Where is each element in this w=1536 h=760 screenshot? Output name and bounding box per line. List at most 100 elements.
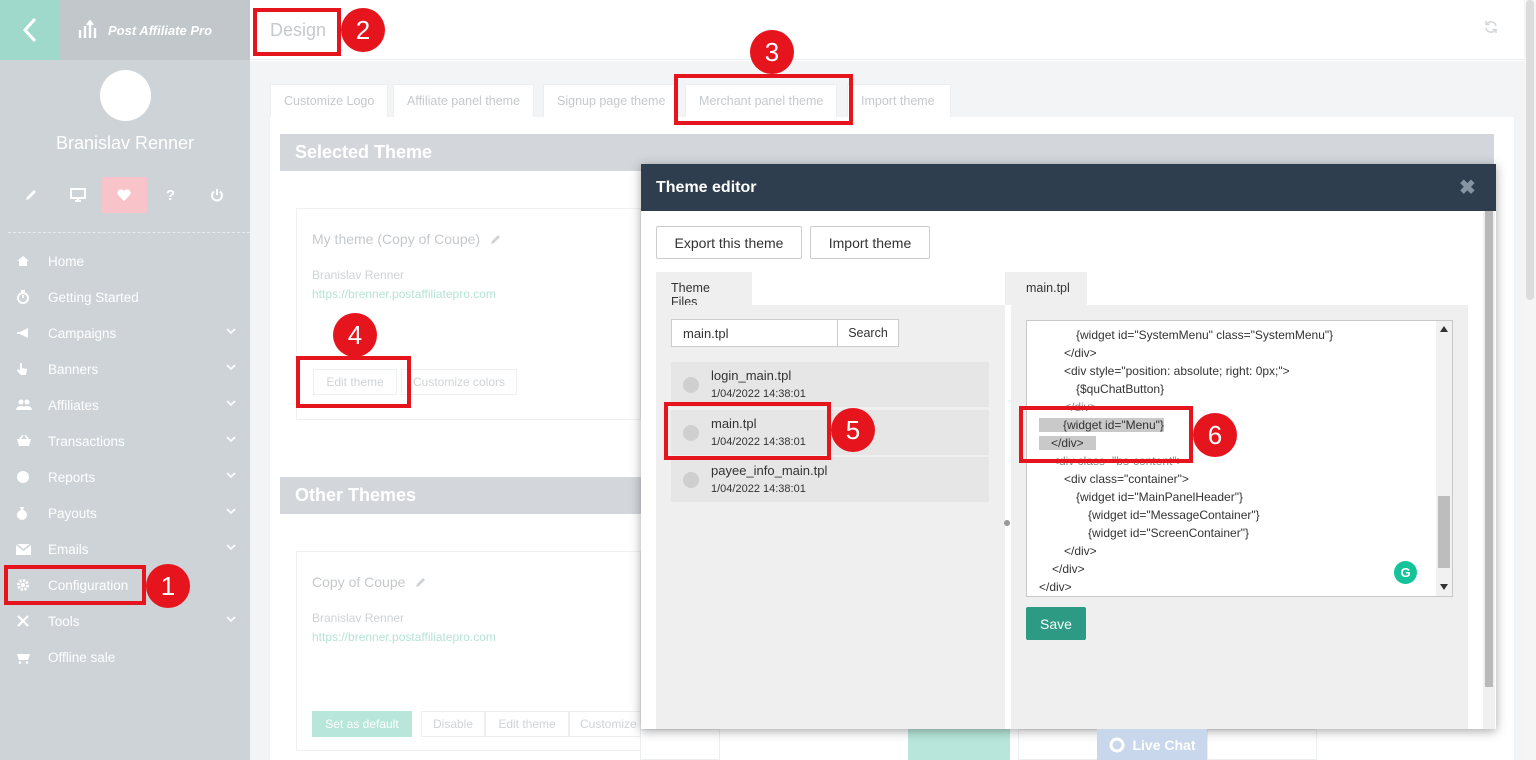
set-default-button[interactable]: Set as default [312, 711, 412, 737]
refresh-button[interactable] [1484, 20, 1498, 39]
sidebar-item-campaigns[interactable]: Campaigns [0, 315, 250, 351]
chevron-down-icon [226, 472, 236, 479]
edit-profile-button[interactable] [8, 177, 54, 213]
sidebar: Post Affiliate Pro Branislav Renner ? Ho… [0, 0, 250, 760]
file-date: 1/04/2022 14:38:01 [711, 388, 806, 400]
page-scrollbar[interactable] [1524, 0, 1536, 760]
stopwatch-icon [16, 290, 48, 304]
sidebar-item-label: Reports [48, 469, 96, 485]
theme-url-link[interactable]: https://brenner.postaffiliatepro.com [312, 287, 496, 301]
tab-theme-files[interactable]: Theme Files [656, 272, 752, 309]
sidebar-item-home[interactable]: Home [0, 243, 250, 279]
scroll-up-icon[interactable] [1440, 326, 1448, 332]
annotation-box-edit-theme [296, 356, 411, 408]
sidebar-item-transactions[interactable]: Transactions [0, 423, 250, 459]
sidebar-item-label: Offline sale [48, 649, 116, 665]
dialog-scrollbar-thumb[interactable] [1485, 211, 1493, 687]
tab-editor-file[interactable]: main.tpl [1005, 272, 1087, 305]
avatar[interactable] [100, 70, 151, 121]
theme-author: Branislav Renner [312, 268, 405, 282]
dialog-scrollbar[interactable] [1483, 211, 1495, 729]
sidebar-item-emails[interactable]: Emails [0, 531, 250, 567]
code-line: {$quChatButton} [1076, 382, 1165, 396]
code-line: </div> [1039, 580, 1072, 594]
code-line: </div> [1064, 346, 1097, 360]
selected-theme-title: My theme (Copy of Coupe) [312, 231, 502, 247]
export-theme-button[interactable]: Export this theme [656, 226, 802, 259]
heart-button[interactable] [101, 177, 147, 213]
annotation-box-menu-widget [1019, 406, 1193, 463]
set-default-button[interactable] [908, 729, 1010, 760]
file-radio[interactable] [683, 377, 699, 393]
dialog-title: Theme editor [641, 164, 1496, 211]
theme-name: My theme (Copy of Coupe) [312, 231, 481, 247]
tab-affiliate-panel-theme[interactable]: Affiliate panel theme [393, 84, 535, 117]
customize-button[interactable] [1207, 729, 1317, 760]
sidebar-item-reports[interactable]: Reports [0, 459, 250, 495]
code-line: {widget id="SystemMenu" class="SystemMen… [1076, 328, 1334, 342]
file-item-payee-info-main[interactable]: payee_info_main.tpl 1/04/2022 14:38:01 [671, 457, 989, 502]
pencil-icon [26, 190, 36, 200]
file-radio[interactable] [683, 472, 699, 488]
scroll-down-icon[interactable] [1440, 584, 1448, 590]
sidebar-item-payouts[interactable]: Payouts [0, 495, 250, 531]
sidebar-item-offline-sale[interactable]: Offline sale [0, 639, 250, 675]
chevron-down-icon [226, 508, 236, 515]
sidebar-item-tools[interactable]: Tools [0, 603, 250, 639]
panel-splitter-handle[interactable] [1004, 520, 1010, 526]
disable-button[interactable] [1018, 729, 1098, 760]
close-icon[interactable]: ✖ [1459, 178, 1476, 198]
help-icon: ? [165, 186, 176, 204]
grammarly-icon[interactable]: G [1394, 561, 1417, 584]
live-chat-label: Live Chat [1132, 736, 1196, 753]
back-button[interactable] [0, 0, 60, 60]
sidebar-item-label: Campaigns [48, 325, 117, 341]
chevron-down-icon [226, 616, 236, 623]
tab-signup-page-theme[interactable]: Signup page theme [543, 84, 680, 117]
save-button[interactable]: Save [1026, 607, 1086, 640]
sidebar-item-label: Emails [48, 541, 89, 557]
tab-import-theme[interactable]: Import theme [847, 84, 951, 117]
theme-author: Branislav Renner [312, 611, 405, 625]
live-chat-button[interactable]: Live Chat [1097, 729, 1207, 760]
sidebar-item-affiliates[interactable]: Affiliates [0, 387, 250, 423]
file-name: payee_info_main.tpl [711, 463, 828, 478]
customize-button[interactable]: Customize [569, 711, 641, 737]
tools-icon [16, 614, 48, 628]
file-search-input[interactable] [671, 319, 838, 347]
app-logo[interactable]: Post Affiliate Pro [60, 0, 250, 60]
disable-button[interactable]: Disable [421, 711, 485, 737]
import-theme-button[interactable]: Import theme [810, 226, 930, 259]
help-button[interactable]: ? [148, 177, 194, 213]
theme-url-link[interactable]: https://brenner.postaffiliatepro.com [312, 630, 496, 644]
more-button[interactable] [640, 729, 720, 760]
page-scrollbar-thumb[interactable] [1526, 0, 1534, 300]
sidebar-item-label: Home [48, 253, 85, 269]
home-icon [16, 255, 48, 267]
refresh-icon [1485, 21, 1497, 33]
customize-colors-button[interactable]: Customize colors [401, 369, 517, 395]
code-scrollbar-thumb[interactable] [1438, 496, 1450, 568]
money-bag-icon [16, 506, 48, 520]
search-button[interactable]: Search [837, 319, 899, 347]
basket-icon [16, 435, 48, 447]
edit-theme-button[interactable]: Edit theme [485, 711, 569, 737]
logout-button[interactable] [194, 177, 240, 213]
annotation-marker-1: 1 [146, 564, 190, 608]
tab-customize-logo[interactable]: Customize Logo [270, 84, 389, 117]
sidebar-nav: Home Getting Started Campaigns Banners A… [0, 243, 250, 675]
user-name: Branislav Renner [55, 133, 195, 153]
logo-icon [78, 20, 97, 38]
pencil-icon[interactable] [490, 233, 502, 245]
file-item-login-main[interactable]: login_main.tpl 1/04/2022 14:38:01 [671, 362, 989, 407]
monitor-button[interactable] [55, 177, 101, 213]
chevron-down-icon [226, 328, 236, 335]
chat-bubble-icon [1109, 737, 1125, 752]
code-scrollbar[interactable] [1436, 321, 1452, 596]
sidebar-item-getting-started[interactable]: Getting Started [0, 279, 250, 315]
pencil-icon[interactable] [415, 576, 427, 588]
sidebar-item-label: Banners [48, 361, 99, 377]
sidebar-item-banners[interactable]: Banners [0, 351, 250, 387]
users-icon [16, 399, 48, 411]
theme-name: Copy of Coupe [312, 574, 406, 590]
